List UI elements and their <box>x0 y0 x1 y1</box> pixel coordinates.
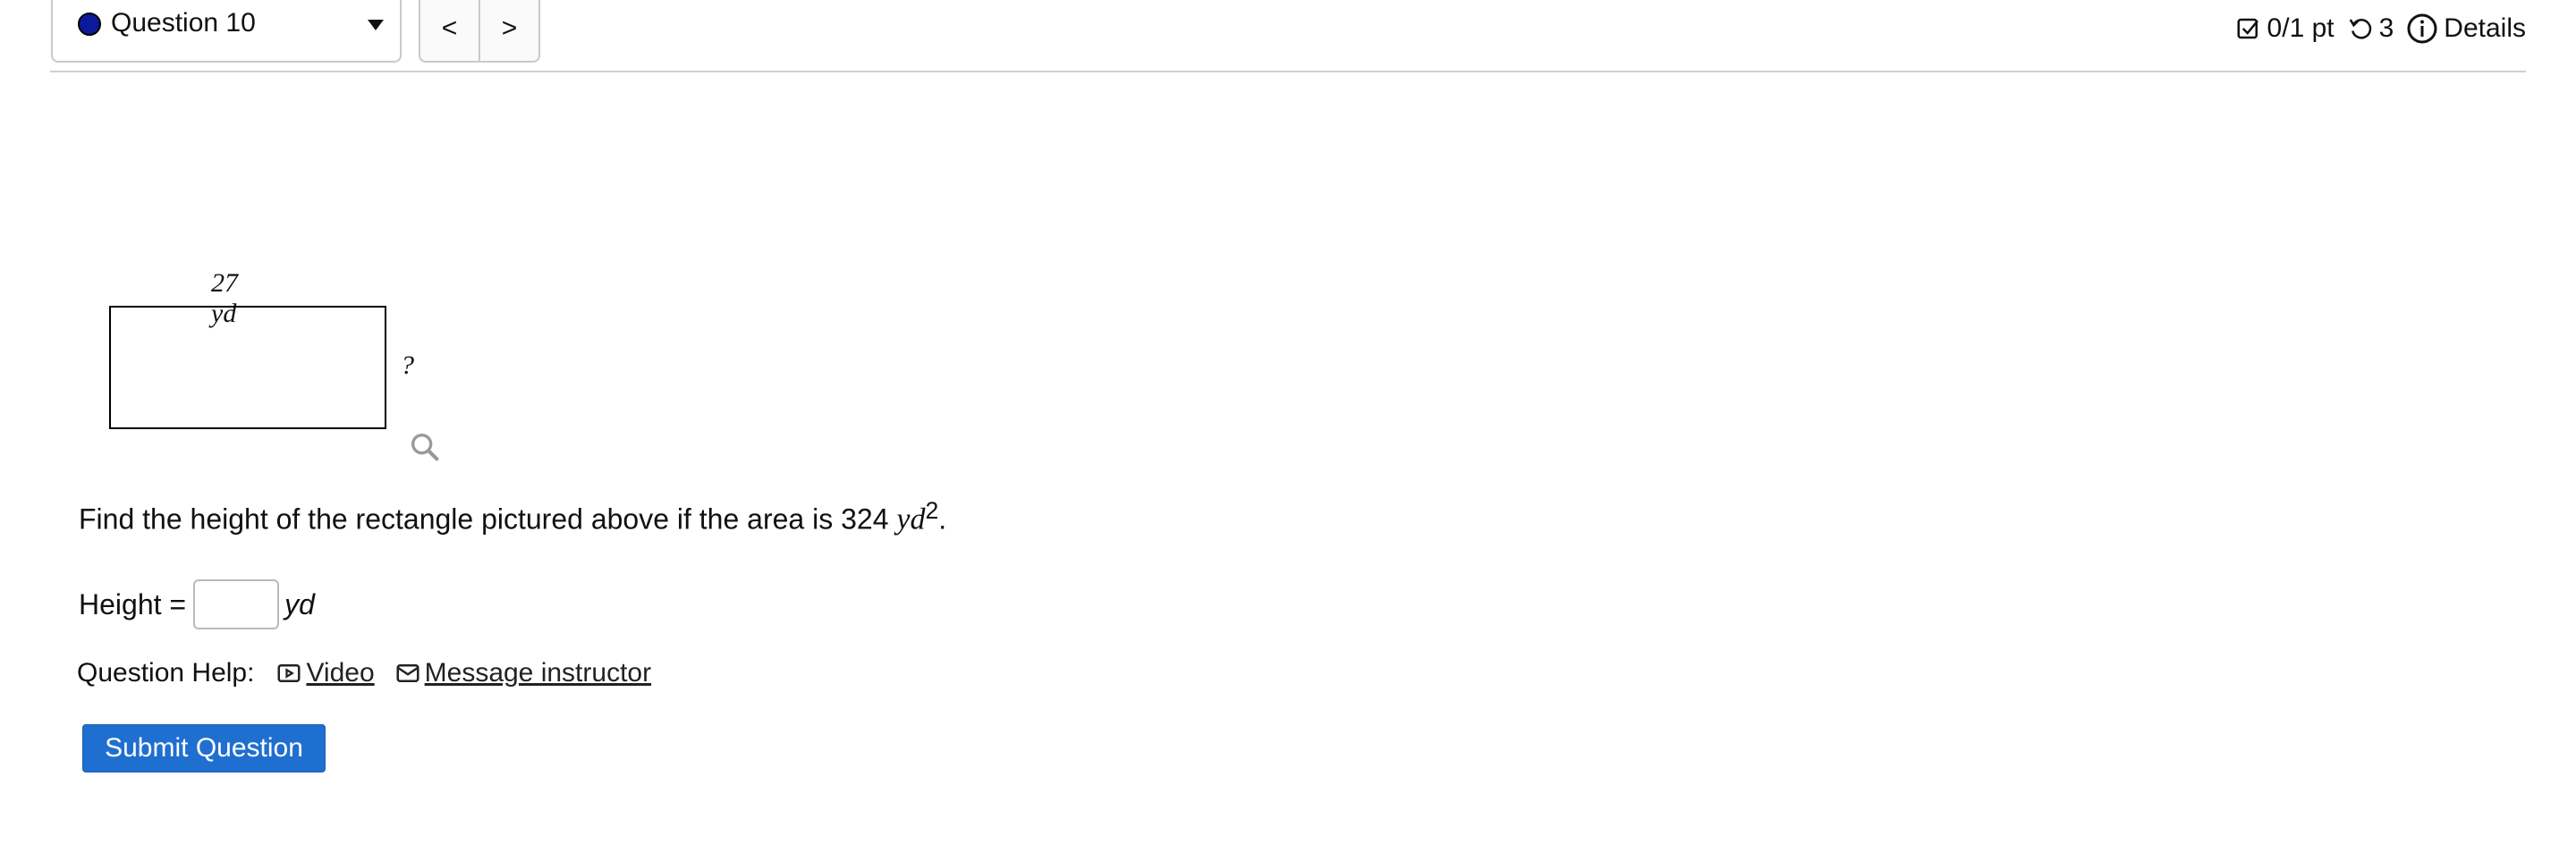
question-status: 0/1 pt 3 Details <box>2235 13 2526 45</box>
question-help: Question Help: Video Message instructor <box>77 658 671 688</box>
previous-question-button[interactable]: < <box>420 0 479 61</box>
message-instructor-label: Message instructor <box>424 658 652 688</box>
figure-height-label: ? <box>401 350 414 380</box>
question-nav: < > <box>419 0 540 63</box>
question-selector-label: Question 10 <box>111 8 256 38</box>
answer-row: Height = yd <box>79 579 315 629</box>
top-bar: Question 10 < > 0/1 pt 3 Details <box>0 0 2576 73</box>
mail-icon <box>396 664 419 682</box>
height-input[interactable] <box>193 579 280 629</box>
chevron-left-icon: < <box>441 13 458 43</box>
retry-icon <box>2349 19 2371 39</box>
header-divider <box>50 71 2526 72</box>
details-button[interactable]: Details <box>2406 13 2526 45</box>
question-selector[interactable]: Question 10 <box>51 0 402 63</box>
submit-question-button[interactable]: Submit Question <box>82 724 326 772</box>
height-unit: yd <box>284 587 315 620</box>
status-dot-icon <box>78 13 101 36</box>
problem-exponent: 2 <box>925 497 939 524</box>
video-icon <box>277 664 301 682</box>
height-label: Height = <box>79 587 187 620</box>
rectangle-shape <box>109 306 386 429</box>
score-display: 0/1 pt <box>2235 13 2334 44</box>
magnify-icon[interactable] <box>407 429 443 465</box>
score-text: 0/1 pt <box>2267 13 2334 43</box>
message-instructor-link[interactable]: Message instructor <box>394 658 651 688</box>
problem-prefix: Find the height of the rectangle picture… <box>79 502 897 536</box>
info-icon <box>2407 13 2437 44</box>
next-question-button[interactable]: > <box>479 0 538 61</box>
problem-text: Find the height of the rectangle picture… <box>79 497 946 537</box>
question-help-label: Question Help: <box>77 658 255 688</box>
problem-suffix: . <box>938 502 947 536</box>
caret-down-icon <box>368 20 384 30</box>
video-link-label: Video <box>306 658 375 688</box>
details-label: Details <box>2444 13 2526 43</box>
video-link[interactable]: Video <box>275 658 375 688</box>
checkbox-icon <box>2237 18 2258 39</box>
problem-unit: yd <box>896 502 926 536</box>
chevron-right-icon: > <box>501 13 518 43</box>
attempts-display: 3 <box>2347 13 2394 44</box>
attempts-text: 3 <box>2378 13 2394 43</box>
